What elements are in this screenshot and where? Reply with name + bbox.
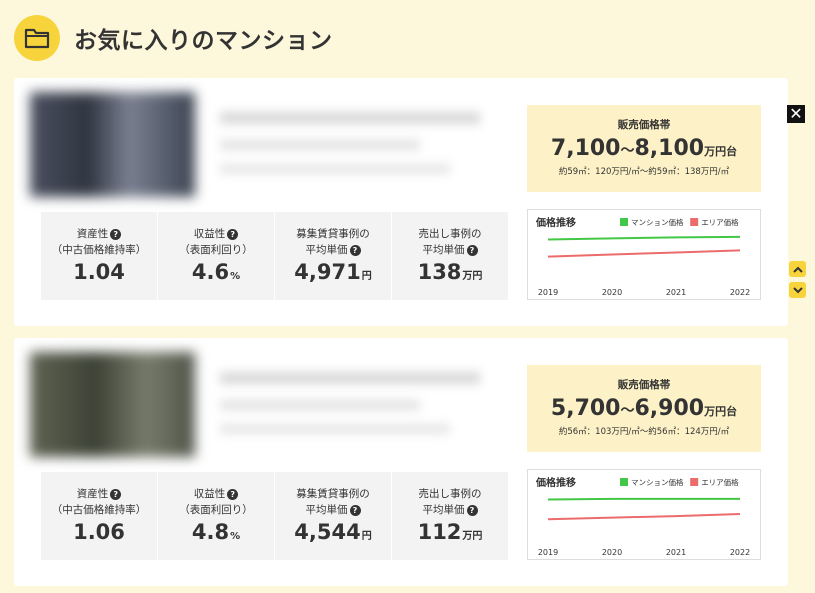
legend-swatch — [690, 218, 699, 226]
x-tick-label: 2022 — [730, 288, 750, 297]
metric-asset: 資産性? （中古価格維持率） 1.04 — [41, 212, 157, 300]
x-tick-label: 2022 — [730, 548, 750, 557]
price-header: 販売価格帯 — [617, 119, 671, 131]
series-line — [547, 513, 741, 521]
x-tick-label: 2020 — [602, 288, 622, 297]
metric-asset: 資産性? （中古価格維持率） 1.06 — [41, 472, 157, 560]
property-card[interactable]: 資産性? （中古価格維持率） 1.06 収益性? （表面利回り） 4.8% 募集… — [14, 338, 788, 586]
x-tick-label: 2021 — [666, 548, 686, 557]
help-icon[interactable]: ? — [110, 229, 122, 240]
series-line — [547, 249, 741, 258]
chart-title: 価格推移 — [535, 476, 576, 489]
price-trend-chart: 価格推移 マンション価格 エリア価格 2019 2020 2021 2022 — [527, 209, 761, 300]
price-per-sqm: 約56㎡：103万円/㎡〜約56㎡：124万円/㎡ — [558, 427, 730, 437]
price-range: 5,700〜6,900万円台 — [550, 396, 738, 421]
legend-swatch — [620, 218, 628, 226]
metric-value: 4.6 — [191, 260, 230, 284]
legend-label: マンション価格 — [631, 477, 684, 487]
metric-value: 4,544 — [294, 520, 361, 544]
metrics-row: 資産性? （中古価格維持率） 1.04 収益性? （表面利回り） 4.6% 募集… — [41, 212, 508, 300]
chart-title: 価格推移 — [535, 216, 576, 229]
help-icon[interactable]: ? — [466, 505, 478, 516]
metric-value: 4,971 — [294, 260, 361, 284]
scroll-up-button[interactable] — [789, 261, 806, 277]
legend-label: エリア価格 — [701, 477, 739, 487]
metric-sale: 売出し事例の 平均単価? 138万円 — [392, 212, 508, 300]
price-per-sqm: 約59㎡：120万円/㎡〜約59㎡：138万円/㎡ — [558, 167, 730, 177]
x-tick-label: 2019 — [538, 288, 558, 297]
folder-icon — [14, 15, 60, 61]
price-range-box: 販売価格帯 5,700〜6,900万円台 約56㎡：103万円/㎡〜約56㎡：1… — [527, 365, 761, 452]
page-title: お気に入りのマンション — [74, 28, 333, 54]
series-line — [547, 235, 741, 241]
metric-value: 4.8 — [191, 520, 230, 544]
help-icon[interactable]: ? — [349, 245, 361, 256]
metric-rent: 募集賃貸事例の 平均単価? 4,544円 — [275, 472, 391, 560]
metric-value: 1.06 — [73, 520, 125, 544]
metric-value: 138 — [417, 260, 462, 284]
help-icon[interactable]: ? — [466, 245, 478, 256]
x-tick-label: 2020 — [602, 548, 622, 557]
legend-swatch — [620, 478, 628, 486]
help-icon[interactable]: ? — [227, 229, 239, 240]
x-tick-label: 2021 — [666, 288, 686, 297]
scroll-down-button[interactable] — [789, 282, 806, 298]
metric-sale: 売出し事例の 平均単価? 112万円 — [392, 472, 508, 560]
help-icon[interactable]: ? — [227, 489, 239, 500]
metrics-row: 資産性? （中古価格維持率） 1.06 収益性? （表面利回り） 4.8% 募集… — [41, 472, 508, 560]
legend-label: マンション価格 — [631, 217, 684, 227]
property-card[interactable]: 資産性? （中古価格維持率） 1.04 収益性? （表面利回り） 4.6% 募集… — [14, 78, 788, 326]
price-trend-chart: 価格推移 マンション価格 エリア価格 2019 2020 2021 2022 — [527, 469, 761, 560]
help-icon[interactable]: ? — [110, 489, 122, 500]
metric-value: 112 — [417, 520, 462, 544]
close-icon[interactable]: ✕ — [787, 105, 805, 123]
price-range-box: 販売価格帯 7,100〜8,100万円台 約59㎡：120万円/㎡〜約59㎡：1… — [527, 105, 761, 192]
x-tick-label: 2019 — [538, 548, 558, 557]
help-icon[interactable]: ? — [349, 505, 361, 516]
series-line — [547, 497, 740, 501]
metric-value: 1.04 — [73, 260, 125, 284]
property-photo[interactable] — [30, 352, 500, 460]
metric-yield: 収益性? （表面利回り） 4.8% — [158, 472, 274, 560]
metric-rent: 募集賃貸事例の 平均単価? 4,971円 — [275, 212, 391, 300]
chevron-up-icon — [792, 266, 803, 273]
chevron-down-icon — [792, 286, 803, 293]
metric-yield: 収益性? （表面利回り） 4.6% — [158, 212, 274, 300]
price-range: 7,100〜8,100万円台 — [550, 136, 738, 161]
legend-label: エリア価格 — [701, 217, 739, 227]
legend-swatch — [690, 478, 699, 486]
page-header: お気に入りのマンション — [14, 14, 333, 62]
price-header: 販売価格帯 — [617, 379, 671, 391]
property-photo[interactable] — [30, 92, 500, 200]
